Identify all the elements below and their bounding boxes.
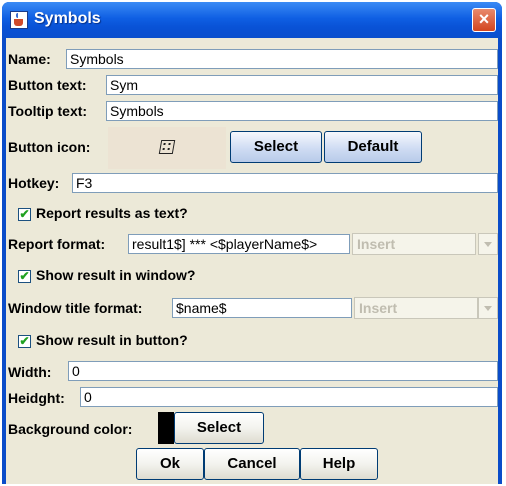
- icon-preview: [108, 127, 226, 169]
- button-text-field[interactable]: Sym: [106, 75, 498, 95]
- dialog-content: Name: Symbols Button text: Sym Tooltip t…: [6, 38, 498, 484]
- window-insert-arrow-icon[interactable]: [478, 297, 498, 319]
- width-label: Width:: [8, 364, 52, 380]
- name-field[interactable]: Symbols: [66, 49, 498, 69]
- close-button[interactable]: ×: [472, 8, 496, 32]
- button-text-label: Button text:: [8, 77, 87, 93]
- show-in-window-checkbox[interactable]: ✔: [18, 270, 31, 283]
- dice-icon: [158, 140, 176, 154]
- window-title-format-field[interactable]: $name$: [172, 298, 352, 318]
- java-cup-icon: [10, 11, 28, 29]
- ok-button[interactable]: Ok: [136, 448, 204, 480]
- width-field[interactable]: 0: [68, 361, 498, 381]
- hotkey-field[interactable]: F3: [72, 173, 498, 193]
- tooltip-text-label: Tooltip text:: [8, 103, 88, 119]
- button-icon-label: Button icon:: [8, 139, 91, 155]
- report-insert-arrow-icon[interactable]: [478, 233, 498, 255]
- background-color-swatch: [158, 412, 174, 444]
- window-title-format-label: Window title format:: [8, 300, 143, 316]
- report-format-field[interactable]: result1$] *** <$playerName$>: [128, 234, 350, 254]
- report-as-text-label: Report results as text?: [36, 205, 188, 221]
- tooltip-text-field[interactable]: Symbols: [106, 101, 498, 121]
- height-field[interactable]: 0: [80, 387, 498, 407]
- report-insert-dropdown[interactable]: Insert: [352, 233, 476, 255]
- name-label: Name:: [8, 51, 51, 67]
- report-format-label: Report format:: [8, 236, 106, 252]
- cancel-button[interactable]: Cancel: [204, 448, 300, 480]
- help-button[interactable]: Help: [300, 448, 378, 480]
- window-title: Symbols: [34, 10, 101, 27]
- show-in-button-checkbox[interactable]: ✔: [18, 335, 31, 348]
- height-label: Heidght:: [8, 390, 65, 406]
- background-color-select-button[interactable]: Select: [174, 412, 264, 444]
- hotkey-label: Hotkey:: [8, 175, 60, 191]
- symbols-dialog: Symbols × Name: Symbols Button text: Sym…: [2, 2, 502, 484]
- report-as-text-checkbox[interactable]: ✔: [18, 208, 31, 221]
- title-bar[interactable]: Symbols ×: [2, 2, 502, 38]
- icon-select-button[interactable]: Select: [230, 131, 322, 163]
- background-color-label: Background color:: [8, 421, 133, 437]
- window-insert-dropdown[interactable]: Insert: [354, 297, 478, 319]
- show-in-window-label: Show result in window?: [36, 267, 196, 283]
- icon-default-button[interactable]: Default: [324, 131, 422, 163]
- show-in-button-label: Show result in button?: [36, 332, 188, 348]
